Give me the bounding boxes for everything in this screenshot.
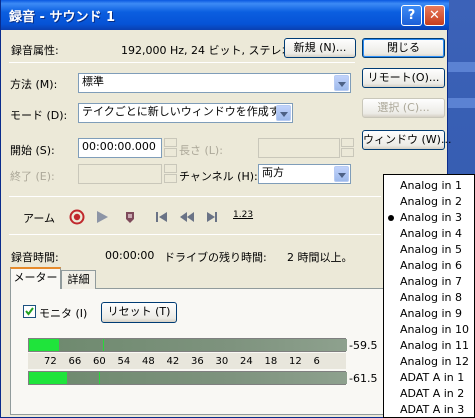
channel-option[interactable]: ADAT A in 2 bbox=[384, 386, 474, 402]
meter-scale-tick: 12 bbox=[289, 356, 302, 367]
meter-scale-tick: 48 bbox=[142, 356, 155, 367]
channel-option[interactable]: Analog in 6 bbox=[384, 258, 474, 274]
start-spinner[interactable] bbox=[164, 138, 177, 158]
mode-combo[interactable]: テイクごとに新しいウィンドウを作成する bbox=[78, 103, 293, 123]
window-button[interactable]: ウィンドウ (W)... bbox=[362, 130, 451, 150]
channel-option[interactable]: Analog in 10 bbox=[384, 322, 474, 338]
meter-scale-tick: 72 bbox=[44, 356, 57, 367]
chevron-down-icon[interactable] bbox=[276, 105, 291, 121]
channel-option[interactable]: Analog in 1 bbox=[384, 178, 474, 194]
length-input[interactable] bbox=[258, 138, 340, 158]
length-label: 長さ (L): bbox=[179, 144, 223, 157]
new-button[interactable]: 新規 (N)... bbox=[284, 38, 356, 58]
help-button[interactable]: ? bbox=[401, 5, 422, 26]
record-time-value: 00:00:00 bbox=[105, 249, 155, 262]
start-label: 開始 (S): bbox=[10, 144, 55, 157]
separator bbox=[9, 234, 381, 235]
channel-option[interactable]: Analog in 4 bbox=[384, 226, 474, 242]
meter-fill-left bbox=[29, 339, 59, 351]
meter-scale-tick: 66 bbox=[68, 356, 82, 367]
meter-scale-tick: 42 bbox=[166, 356, 180, 367]
method-combo[interactable]: 標準 bbox=[78, 73, 351, 93]
go-to-start-icon[interactable] bbox=[154, 209, 168, 225]
meter-scale-tick: 36 bbox=[191, 356, 204, 367]
tab-details[interactable]: 詳細 bbox=[61, 270, 96, 289]
end-input[interactable] bbox=[78, 164, 162, 184]
meter-scale-tick: 24 bbox=[240, 356, 253, 367]
remaining-value: 2 時間以上。 bbox=[287, 251, 353, 264]
record-time-label: 録音時間: bbox=[11, 251, 59, 264]
start-input[interactable]: 00:00:00.000 bbox=[78, 138, 162, 158]
channel-option[interactable]: Analog in 7 bbox=[384, 274, 474, 290]
counter-icon[interactable]: 1.23 bbox=[233, 209, 253, 225]
go-to-end-icon[interactable] bbox=[205, 209, 219, 225]
channel-option[interactable]: ADAT A in 3 bbox=[384, 402, 474, 417]
meter-value-right: -61.5 bbox=[349, 372, 378, 385]
channel-option[interactable]: Analog in 11 bbox=[384, 338, 474, 354]
tab-meter[interactable]: メーター bbox=[10, 267, 61, 289]
window-title: 録音 - サウンド 1 bbox=[9, 10, 116, 25]
chevron-down-icon[interactable] bbox=[334, 166, 349, 182]
close-button[interactable]: 閉じる bbox=[362, 38, 445, 58]
mode-label: モード (D): bbox=[10, 109, 68, 122]
rewind-icon[interactable] bbox=[178, 209, 196, 225]
start-value: 00:00:00.000 bbox=[82, 140, 156, 153]
meter-scale: 72 66 60 54 48 42 36 30 24 18 12 6 bbox=[28, 353, 346, 369]
separator bbox=[9, 62, 355, 63]
mode-value: テイクごとに新しいウィンドウを作成する bbox=[82, 105, 291, 118]
end-spinner[interactable] bbox=[164, 164, 177, 184]
check-icon bbox=[25, 307, 34, 316]
meter-scale-tick: 54 bbox=[117, 356, 131, 367]
meter-scale-tick: 30 bbox=[215, 356, 229, 367]
channel-dropdown-list[interactable]: Analog in 1 Analog in 2 Analog in 3 Analog … bbox=[383, 174, 475, 418]
meter-fill-right bbox=[29, 372, 67, 384]
channel-option[interactable]: Analog in 9 bbox=[384, 306, 474, 322]
record-dialog: 録音 - サウンド 1 ? ✕ 録音属性: 192,000 Hz, 24 ビット… bbox=[0, 0, 451, 418]
reset-button[interactable]: リセット (T) bbox=[101, 302, 177, 323]
channel-option[interactable]: ADAT A in 1 bbox=[384, 370, 474, 386]
format-value: 192,000 Hz, 24 ビット, ステレオ bbox=[121, 44, 293, 57]
end-label: 終了 (E): bbox=[10, 170, 55, 183]
meter-scale-tick: 18 bbox=[264, 356, 278, 367]
channel-label: チャンネル (H): bbox=[179, 170, 258, 183]
meter-scale-tick: 60 bbox=[93, 356, 106, 367]
pause-icon[interactable] bbox=[124, 209, 136, 225]
channel-option[interactable]: Analog in 2 bbox=[384, 194, 474, 210]
select-button[interactable]: 選択 (C)... bbox=[362, 98, 445, 118]
length-spinner[interactable] bbox=[341, 138, 354, 158]
title-bar[interactable]: 録音 - サウンド 1 ? ✕ bbox=[1, 0, 449, 30]
separator bbox=[9, 196, 381, 197]
level-meter-right bbox=[28, 371, 347, 385]
arm-label: アーム bbox=[23, 212, 56, 225]
channel-option[interactable]: Analog in 3 bbox=[384, 210, 474, 226]
chevron-down-icon[interactable] bbox=[334, 75, 349, 91]
level-meter-left bbox=[28, 338, 347, 352]
selected-bullet-icon bbox=[388, 215, 394, 221]
meter-value-left: -59.5 bbox=[349, 339, 378, 352]
monitor-checkbox[interactable] bbox=[23, 305, 36, 318]
record-icon[interactable] bbox=[69, 209, 85, 225]
remaining-label: ドライブの残り時間: bbox=[164, 251, 267, 264]
meter-scale-tick: 6 bbox=[313, 356, 320, 367]
method-label: 方法 (M): bbox=[10, 78, 58, 91]
format-label: 録音属性: bbox=[11, 44, 59, 57]
channel-option[interactable]: Analog in 8 bbox=[384, 290, 474, 306]
channel-combo[interactable]: 両方 bbox=[258, 164, 351, 184]
close-window-button[interactable]: ✕ bbox=[424, 5, 445, 26]
channel-option[interactable]: Analog in 12 bbox=[384, 354, 474, 370]
play-icon[interactable] bbox=[95, 209, 109, 225]
method-value: 標準 bbox=[82, 75, 104, 88]
channel-value: 両方 bbox=[262, 166, 284, 179]
remote-button[interactable]: リモート(O)... bbox=[362, 68, 445, 88]
channel-option[interactable]: Analog in 5 bbox=[384, 242, 474, 258]
monitor-label: モニタ (I) bbox=[39, 307, 88, 320]
